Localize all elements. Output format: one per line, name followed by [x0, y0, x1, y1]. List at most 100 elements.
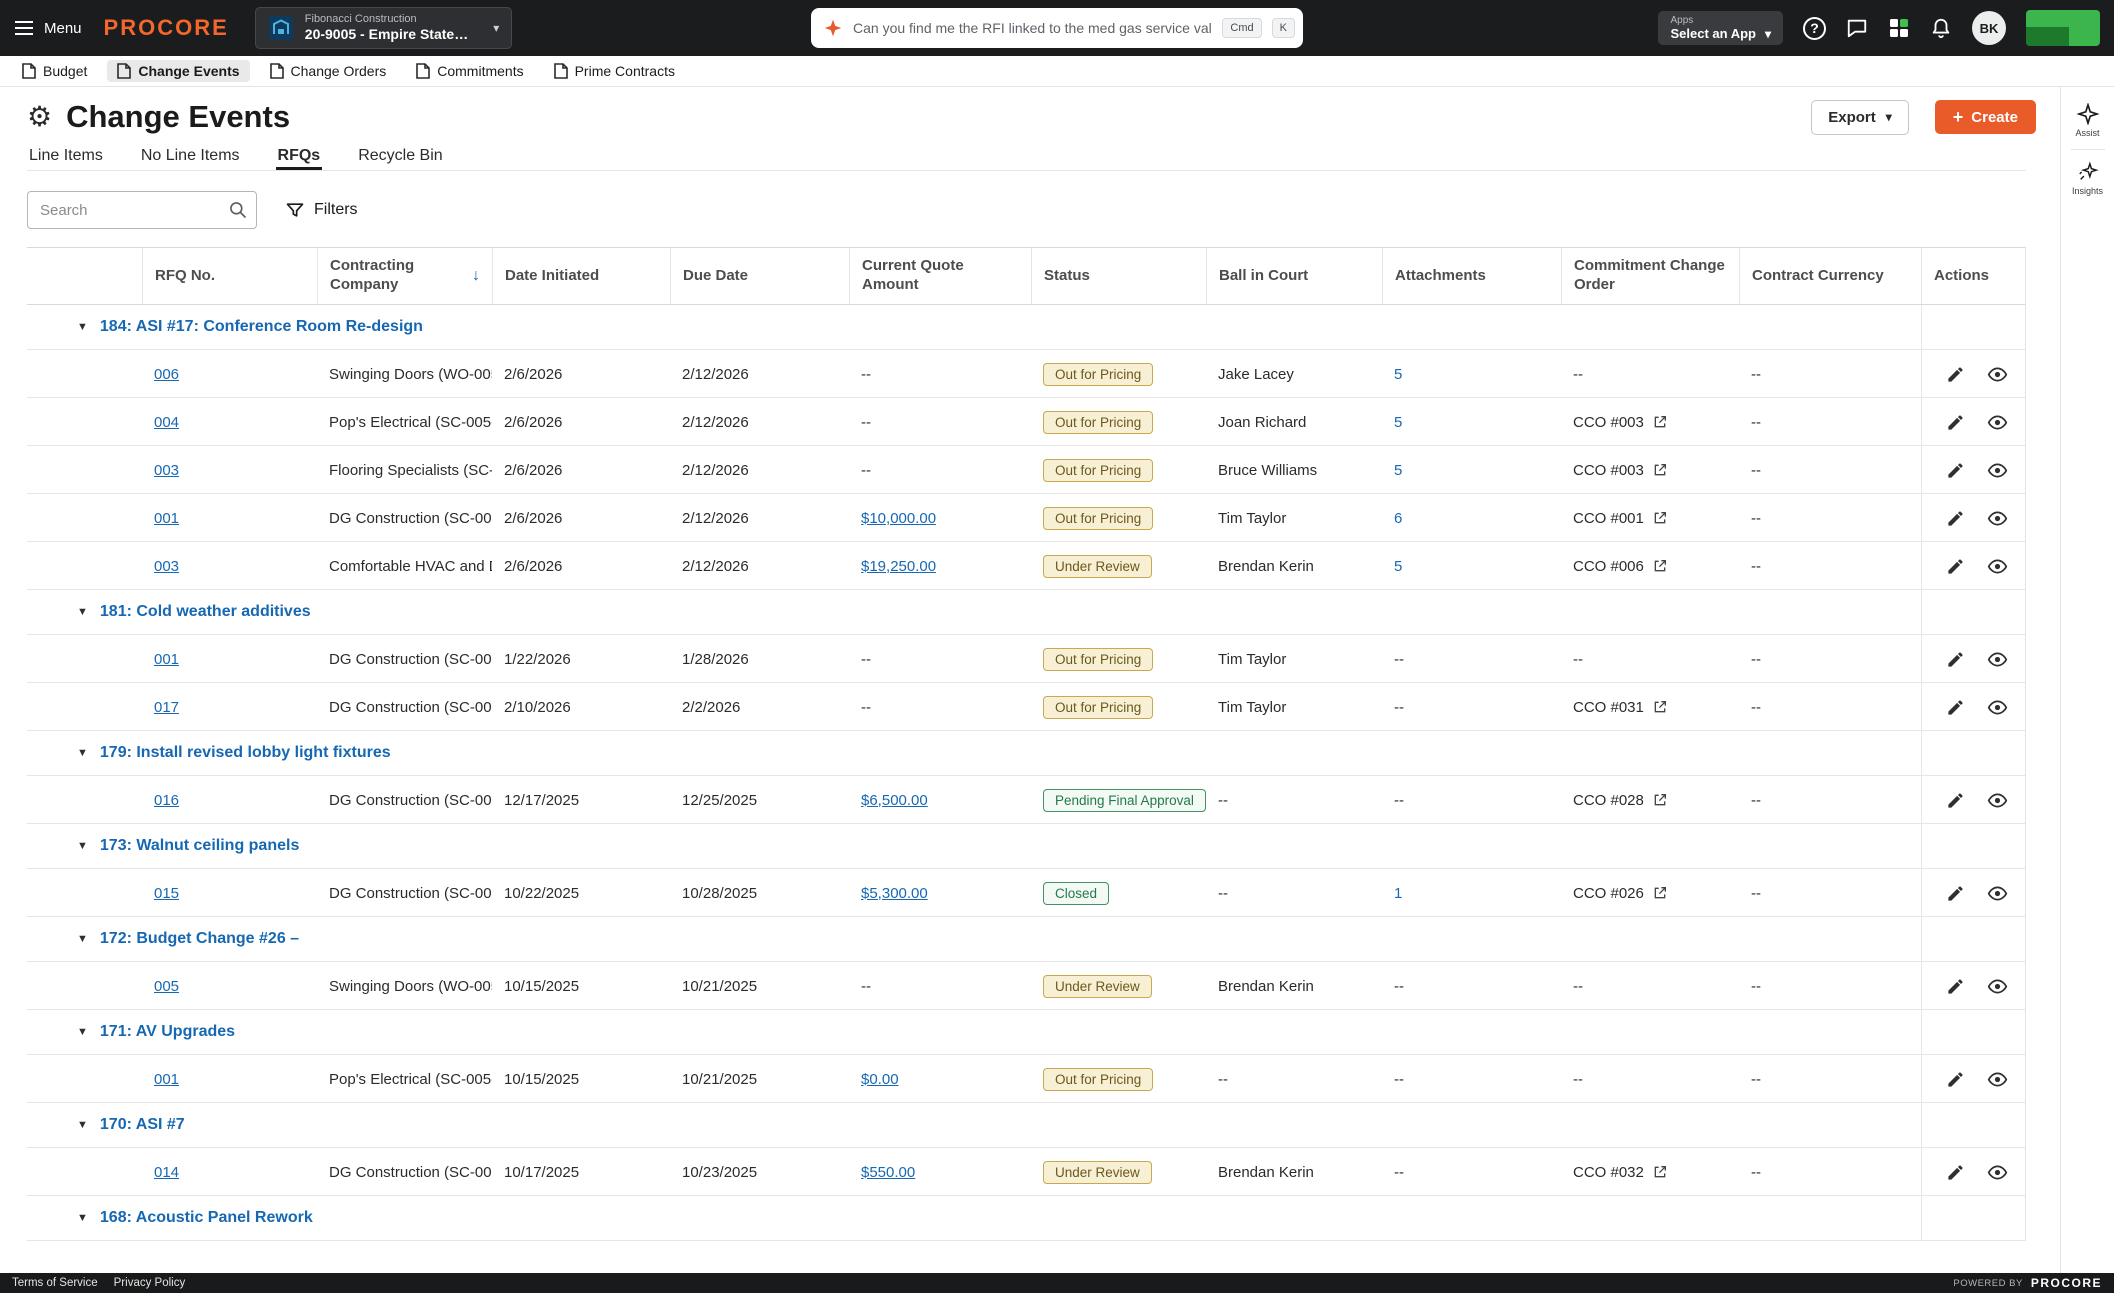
view-button[interactable]	[1986, 555, 2008, 577]
menu-button[interactable]: Menu	[14, 20, 82, 37]
project-selector[interactable]: Fibonacci Construction 20-9005 - Empire …	[254, 7, 513, 49]
edit-button[interactable]	[1944, 975, 1966, 997]
group-header-row[interactable]: ▼ 173: Walnut ceiling panels	[27, 824, 2026, 869]
edit-button[interactable]	[1944, 1161, 1966, 1183]
external-link-icon[interactable]	[1652, 1164, 1668, 1180]
edit-button[interactable]	[1944, 363, 1966, 385]
rfq-number-link[interactable]: 001	[154, 1071, 179, 1088]
collapse-group-icon[interactable]: ▼	[77, 1119, 88, 1131]
group-header-row[interactable]: ▼ 172: Budget Change #26 –	[27, 917, 2026, 962]
help-button[interactable]: ?	[1803, 16, 1826, 40]
group-title[interactable]: 168: Acoustic Panel Rework	[100, 1209, 313, 1227]
external-link-icon[interactable]	[1652, 885, 1668, 901]
group-header-row[interactable]: ▼ 184: ASI #17: Conference Room Re-desig…	[27, 305, 2026, 350]
view-button[interactable]	[1986, 459, 2008, 481]
group-header-row[interactable]: ▼ 170: ASI #7	[27, 1103, 2026, 1148]
attachments-count[interactable]: 1	[1394, 885, 1402, 902]
edit-button[interactable]	[1944, 555, 1966, 577]
rfq-number-link[interactable]: 006	[154, 366, 179, 383]
rfq-number-link[interactable]: 016	[154, 792, 179, 809]
toolnav-item-prime-contracts[interactable]: Prime Contracts	[544, 60, 685, 82]
insights-button[interactable]: Insights	[2061, 155, 2114, 202]
view-button[interactable]	[1986, 1068, 2008, 1090]
rfq-number-link[interactable]: 003	[154, 462, 179, 479]
attachments-count[interactable]: 6	[1394, 510, 1402, 527]
column-ball-in-court[interactable]: Ball in Court	[1206, 248, 1382, 304]
export-button[interactable]: Export ▾	[1811, 99, 1909, 135]
rfq-number-link[interactable]: 005	[154, 978, 179, 995]
view-button[interactable]	[1986, 411, 2008, 433]
group-title[interactable]: 181: Cold weather additives	[100, 603, 311, 621]
edit-button[interactable]	[1944, 459, 1966, 481]
search-input[interactable]	[27, 191, 257, 229]
attachments-count[interactable]: 5	[1394, 366, 1402, 383]
tab-recycle-bin[interactable]: Recycle Bin	[356, 141, 444, 170]
toolnav-item-change-events[interactable]: Change Events	[107, 60, 250, 82]
rfq-number-link[interactable]: 004	[154, 414, 179, 431]
quote-amount-text[interactable]: $0.00	[861, 1071, 899, 1088]
collapse-group-icon[interactable]: ▼	[77, 606, 88, 618]
view-button[interactable]	[1986, 975, 2008, 997]
group-title[interactable]: 179: Install revised lobby light fixture…	[100, 744, 391, 762]
column-date-initiated[interactable]: Date Initiated	[492, 248, 670, 304]
collapse-group-icon[interactable]: ▼	[77, 840, 88, 852]
view-button[interactable]	[1986, 882, 2008, 904]
avatar[interactable]: BK	[1972, 11, 2006, 45]
configure-tool-gear-icon[interactable]: ⚙	[27, 103, 52, 131]
create-button[interactable]: + Create	[1934, 100, 2036, 134]
tab-rfqs[interactable]: RFQs	[275, 141, 323, 170]
rfq-number-link[interactable]: 001	[154, 651, 179, 668]
column-status[interactable]: Status	[1031, 248, 1206, 304]
privacy-policy-link[interactable]: Privacy Policy	[114, 1277, 186, 1289]
edit-button[interactable]	[1944, 696, 1966, 718]
toolnav-item-budget[interactable]: Budget	[12, 60, 97, 82]
column-commitment-change-order[interactable]: Commitment Change Order	[1561, 248, 1739, 304]
assistant-search-bar[interactable]: Can you find me the RFI linked to the me…	[811, 8, 1303, 48]
column-contracting-company[interactable]: Contracting Company ↓	[317, 248, 492, 304]
apps-grid-button[interactable]	[1888, 17, 1910, 39]
view-button[interactable]	[1986, 648, 2008, 670]
external-link-icon[interactable]	[1652, 699, 1668, 715]
attachments-count[interactable]: 5	[1394, 462, 1402, 479]
column-current-quote-amount[interactable]: Current Quote Amount	[849, 248, 1031, 304]
collapse-group-icon[interactable]: ▼	[77, 933, 88, 945]
notifications-button[interactable]	[1930, 17, 1952, 39]
column-attachments[interactable]: Attachments	[1382, 248, 1561, 304]
group-title[interactable]: 173: Walnut ceiling panels	[100, 837, 299, 855]
group-title[interactable]: 171: AV Upgrades	[100, 1023, 235, 1041]
column-due-date[interactable]: Due Date	[670, 248, 849, 304]
view-button[interactable]	[1986, 696, 2008, 718]
assist-button[interactable]: Assist	[2061, 97, 2114, 144]
group-header-row[interactable]: ▼ 179: Install revised lobby light fixtu…	[27, 731, 2026, 776]
column-rfq-no[interactable]: RFQ No.	[142, 248, 317, 304]
external-link-icon[interactable]	[1652, 510, 1668, 526]
rfq-number-link[interactable]: 014	[154, 1164, 179, 1181]
quote-amount-text[interactable]: $10,000.00	[861, 510, 936, 527]
edit-button[interactable]	[1944, 1068, 1966, 1090]
group-header-row[interactable]: ▼ 181: Cold weather additives	[27, 590, 2026, 635]
collapse-group-icon[interactable]: ▼	[77, 747, 88, 759]
view-button[interactable]	[1986, 789, 2008, 811]
view-button[interactable]	[1986, 507, 2008, 529]
filters-button[interactable]: Filters	[285, 200, 358, 220]
toolnav-item-change-orders[interactable]: Change Orders	[260, 60, 397, 82]
collapse-group-icon[interactable]: ▼	[77, 1026, 88, 1038]
view-button[interactable]	[1986, 363, 2008, 385]
quote-amount-text[interactable]: $6,500.00	[861, 792, 928, 809]
collapse-group-icon[interactable]: ▼	[77, 1212, 88, 1224]
tab-line-items[interactable]: Line Items	[27, 141, 105, 170]
toolnav-item-commitments[interactable]: Commitments	[406, 60, 533, 82]
external-link-icon[interactable]	[1652, 558, 1668, 574]
group-header-row[interactable]: ▼ 171: AV Upgrades	[27, 1010, 2026, 1055]
rfq-number-link[interactable]: 003	[154, 558, 179, 575]
external-link-icon[interactable]	[1652, 462, 1668, 478]
quote-amount-text[interactable]: $19,250.00	[861, 558, 936, 575]
collapse-group-icon[interactable]: ▼	[77, 321, 88, 333]
sort-desc-icon[interactable]: ↓	[472, 266, 480, 286]
group-header-row[interactable]: ▼ 168: Acoustic Panel Rework	[27, 1196, 2026, 1241]
group-title[interactable]: 172: Budget Change #26 –	[100, 930, 299, 948]
edit-button[interactable]	[1944, 411, 1966, 433]
rfq-number-link[interactable]: 001	[154, 510, 179, 527]
edit-button[interactable]	[1944, 789, 1966, 811]
edit-button[interactable]	[1944, 507, 1966, 529]
